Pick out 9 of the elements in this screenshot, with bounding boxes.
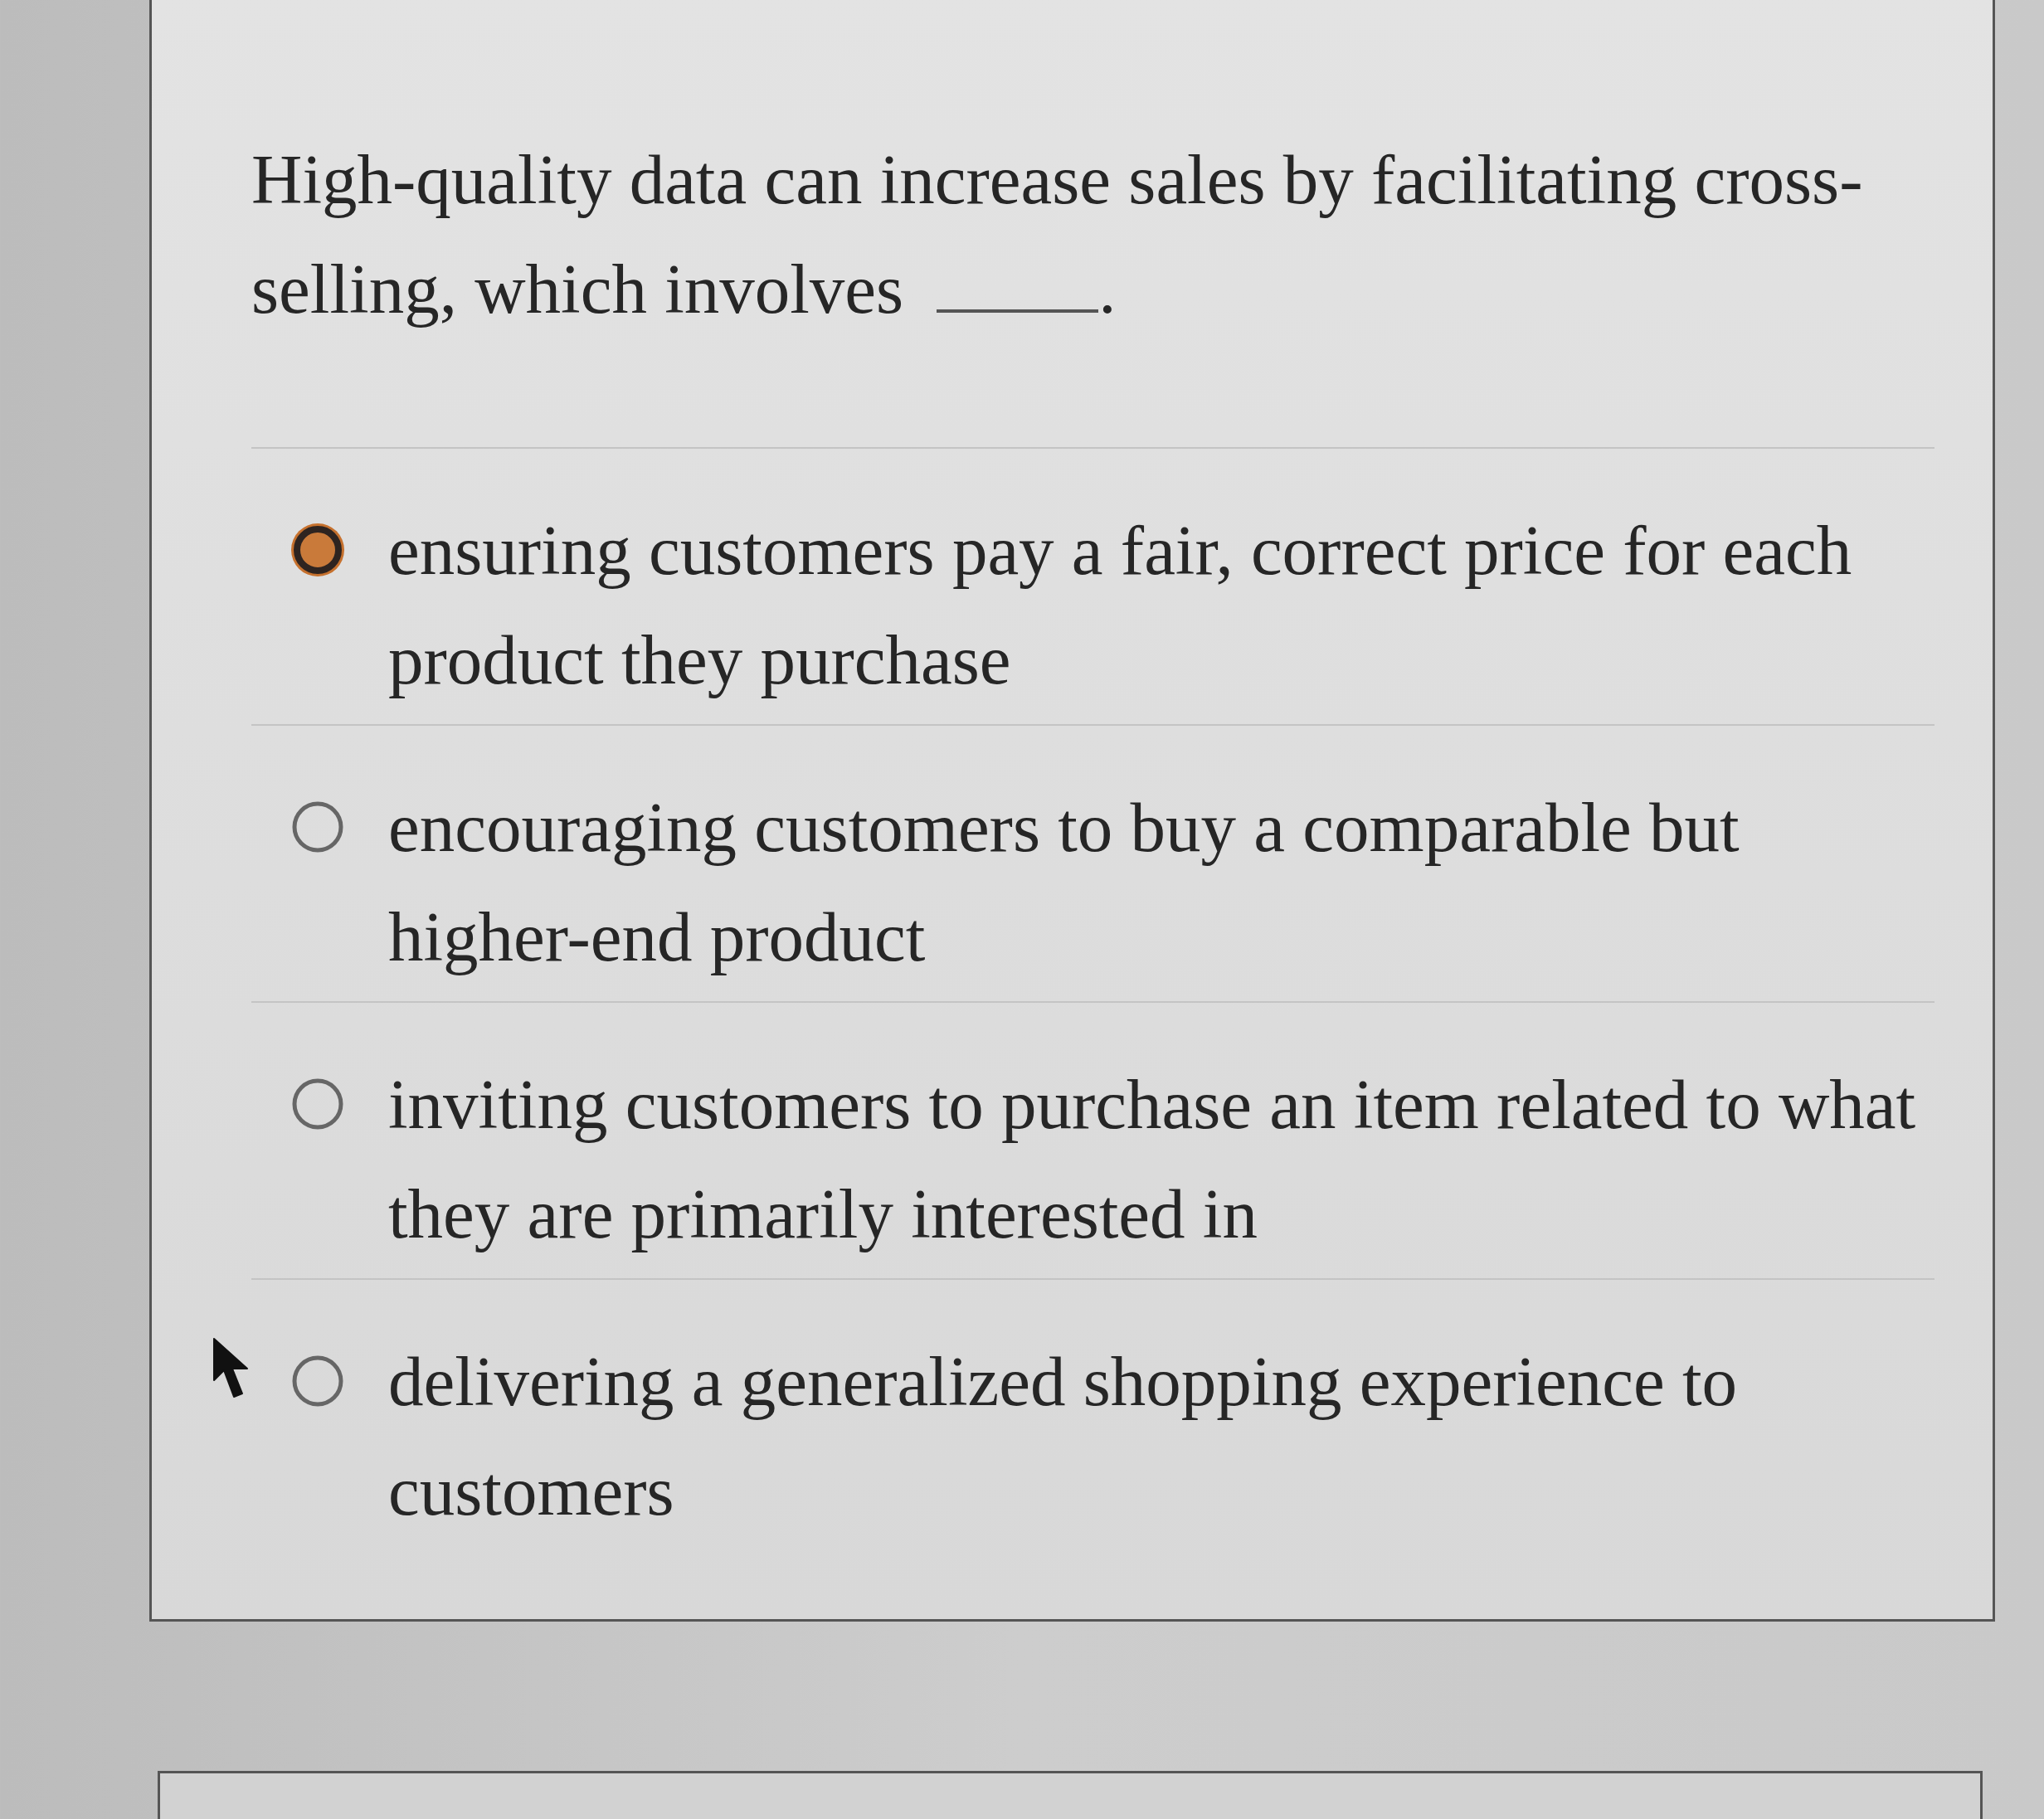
question-text: High-quality data can increase sales by facilitating cross- [251, 139, 1863, 220]
option-text: ensuring customers pay a fair, correct price for each product they purchase [388, 510, 1853, 700]
question-text: selling, which involves [251, 249, 904, 329]
option-text: encouraging customers to buy a comparable but higher-end product [388, 787, 1740, 977]
mouse-pointer-icon [212, 1337, 249, 1398]
option-text: inviting customers to purchase an item related to what they are primarily interested in [388, 1064, 1917, 1254]
radio-button[interactable] [290, 522, 346, 578]
question-period: . [1098, 249, 1117, 329]
option-text: delivering a generalized shopping experience to customers [388, 1341, 1739, 1531]
